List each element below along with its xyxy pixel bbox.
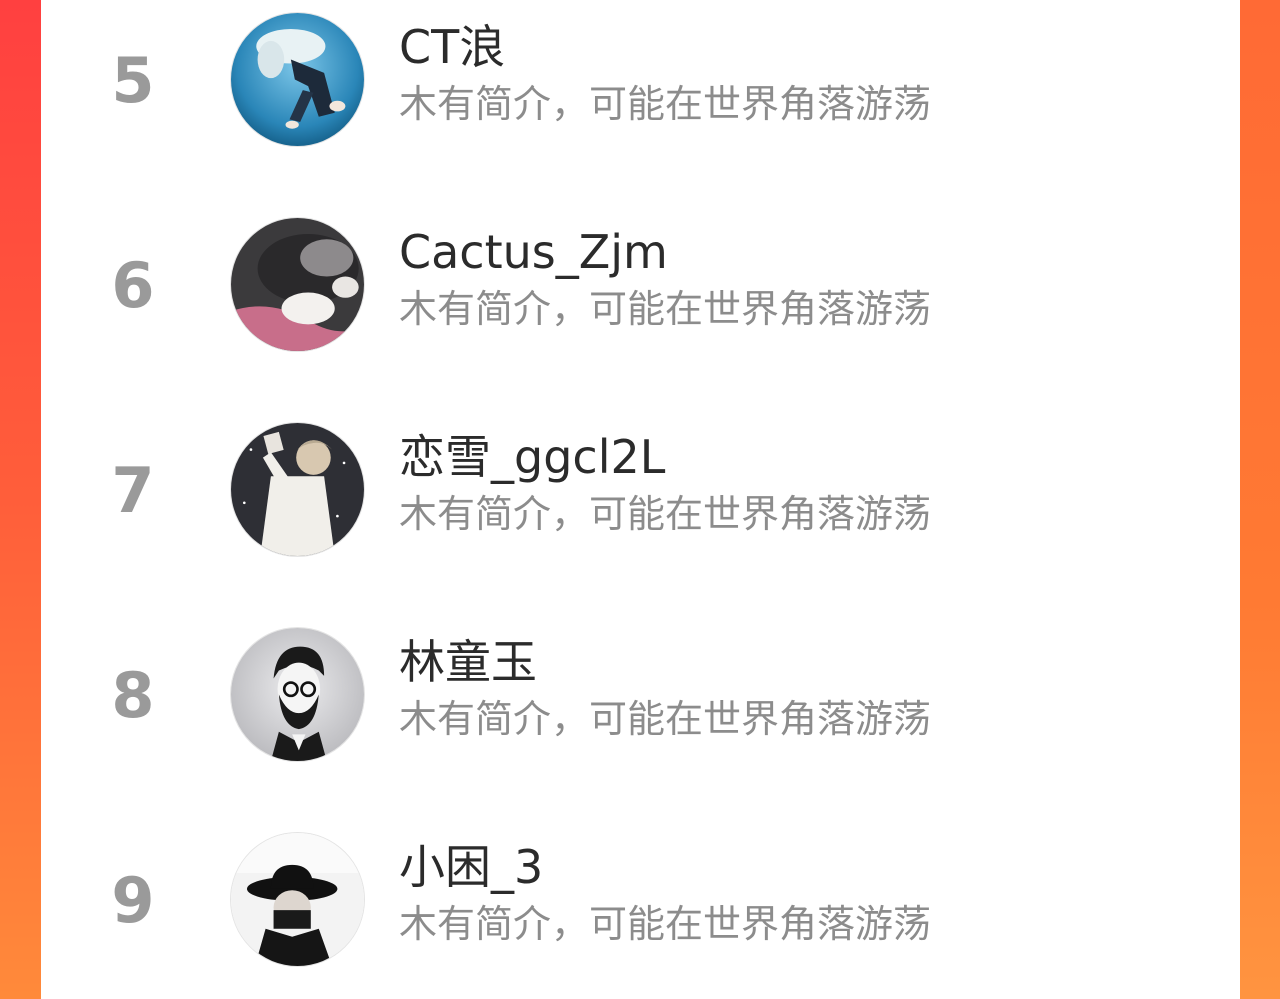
user-name[interactable]: CT浪: [399, 16, 505, 78]
list-item[interactable]: 9 小困_3 木有简介，可能在世界角落游荡: [41, 820, 1240, 990]
bearded-man-avatar-icon: [231, 628, 364, 761]
user-name[interactable]: Cactus_Zjm: [399, 221, 668, 283]
rank-number: 6: [111, 249, 155, 322]
avatar[interactable]: [231, 423, 364, 556]
user-name[interactable]: 林童玉: [399, 631, 537, 693]
avatar[interactable]: [231, 13, 364, 146]
user-bio: 木有简介，可能在世界角落游荡: [399, 287, 932, 331]
user-bio: 木有简介，可能在世界角落游荡: [399, 697, 932, 741]
user-name[interactable]: 恋雪_ggcl2L: [399, 426, 665, 488]
list-item[interactable]: 5 CT浪 木有简介，可能在世界角落游荡: [41, 0, 1240, 170]
user-name[interactable]: 小困_3: [399, 836, 543, 898]
anime-boy-avatar-icon: [231, 423, 364, 556]
background-edge: [1240, 0, 1280, 999]
avatar[interactable]: [231, 833, 364, 966]
rank-number: 8: [111, 659, 155, 732]
user-bio: 木有简介，可能在世界角落游荡: [399, 492, 932, 536]
list-item[interactable]: 8 林童玉 木有简介，可能在世界角落游荡: [41, 615, 1240, 785]
user-bio: 木有简介，可能在世界角落游荡: [399, 82, 932, 126]
avatar[interactable]: [231, 628, 364, 761]
rank-number: 5: [111, 44, 155, 117]
sleeping-cat-avatar-icon: [231, 218, 364, 351]
list-item[interactable]: 7 恋雪_ggcl2L 木有简介，可能在世界角落游荡: [41, 410, 1240, 580]
user-bio: 木有简介，可能在世界角落游荡: [399, 902, 932, 946]
underwater-figure-avatar-icon: [231, 13, 364, 146]
ranking-list: 5 CT浪 木有简介，可能在世界角落游荡 6 Cactus_Zjm 木有简介，可…: [41, 0, 1240, 999]
rank-number: 7: [111, 454, 155, 527]
avatar[interactable]: [231, 218, 364, 351]
list-item[interactable]: 6 Cactus_Zjm 木有简介，可能在世界角落游荡: [41, 205, 1240, 375]
rank-number: 9: [111, 864, 155, 937]
hat-person-avatar-icon: [231, 833, 364, 966]
